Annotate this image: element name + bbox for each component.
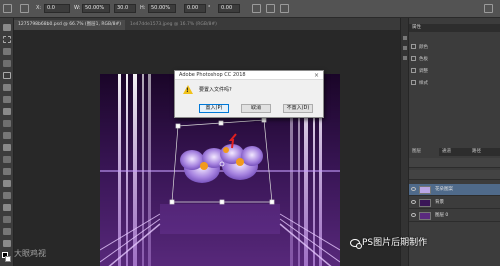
document-tab-active[interactable]: 1275798b68b0.psd @ 66.7% (图层1, RGB/8#) xyxy=(14,20,126,30)
place-button[interactable]: 置入(P) xyxy=(199,104,229,113)
layer-row[interactable]: 背景 xyxy=(409,197,500,209)
layer-row[interactable]: 花朵图案 xyxy=(409,184,500,196)
document-tab-inactive[interactable]: 1e47dde1573.jpeg @ 16.7% (RGB/8#) xyxy=(126,20,221,30)
eyedropper-tool-icon[interactable] xyxy=(3,84,11,91)
color-icon[interactable] xyxy=(411,44,416,49)
right-dock: 属性 颜色 色板 调整 样式 图层 通道 路径 花朵图案 背景 图层 0 xyxy=(400,18,500,266)
lasso-tool-icon[interactable] xyxy=(3,48,11,55)
brush-tool-icon[interactable] xyxy=(3,108,11,115)
commit-transform-icon[interactable] xyxy=(280,4,289,13)
background-color-swatch[interactable] xyxy=(5,256,11,262)
move-tool-icon[interactable] xyxy=(3,4,12,13)
clone-stamp-tool-icon[interactable] xyxy=(3,120,11,127)
layer-name: 背景 xyxy=(435,200,444,205)
dialog-message: 要置入文件吗? xyxy=(199,87,232,93)
dont-place-button[interactable]: 不置入(D) xyxy=(283,104,313,113)
x-label: X: xyxy=(36,5,42,11)
shape-tool-icon[interactable] xyxy=(3,228,11,235)
swatches-icon[interactable] xyxy=(411,56,416,61)
type-tool-icon[interactable] xyxy=(3,204,11,211)
gradient-tool-icon[interactable] xyxy=(3,156,11,163)
document-tabbar: 1275798b68b0.psd @ 66.7% (图层1, RGB/8#) 1… xyxy=(14,18,400,30)
reference-point-icon[interactable] xyxy=(20,4,29,13)
height-field[interactable]: 50.00% xyxy=(148,4,176,13)
magic-wand-tool-icon[interactable] xyxy=(3,60,11,67)
panel-collapse-strip xyxy=(401,18,409,266)
skew-field[interactable]: 0.00 xyxy=(218,4,240,13)
place-file-dialog: Adobe Photoshop CC 2018 × ! 要置入文件吗? 置入(P… xyxy=(174,70,324,118)
crop-tool-icon[interactable] xyxy=(3,72,11,79)
hand-tool-icon[interactable] xyxy=(3,240,11,247)
tab-paths[interactable]: 路径 xyxy=(469,148,500,156)
styles-label[interactable]: 样式 xyxy=(419,80,428,86)
degree-label: ° xyxy=(208,5,211,11)
workspace xyxy=(14,30,400,266)
history-icon[interactable] xyxy=(403,36,407,40)
h-label: H: xyxy=(140,5,146,11)
swatches-label[interactable]: 色板 xyxy=(419,56,428,62)
healing-brush-tool-icon[interactable] xyxy=(3,96,11,103)
watermark-text: PS图片后期制作 xyxy=(362,238,428,248)
width-field[interactable]: 50.00% xyxy=(82,4,110,13)
layer-row[interactable]: 图层 0 xyxy=(409,210,500,222)
history-brush-tool-icon[interactable] xyxy=(3,132,11,139)
color-label[interactable]: 颜色 xyxy=(419,44,428,50)
styles-icon[interactable] xyxy=(411,80,416,85)
options-bar: X: 0.0 W: 50.00% 30.0 H: 50.00% 0.00 ° 0… xyxy=(0,0,500,18)
dialog-title: Adobe Photoshop CC 2018 xyxy=(175,71,323,80)
tools-panel xyxy=(0,18,14,266)
path-selection-tool-icon[interactable] xyxy=(3,216,11,223)
marquee-tool-icon[interactable] xyxy=(3,36,11,43)
tab-layers[interactable]: 图层 xyxy=(409,148,439,156)
layer-name: 图层 0 xyxy=(435,213,449,218)
visibility-eye-icon[interactable] xyxy=(411,187,416,191)
blend-mode-bar[interactable] xyxy=(409,170,500,180)
dodge-tool-icon[interactable] xyxy=(3,180,11,187)
properties-icon[interactable] xyxy=(403,46,407,50)
cancel-button[interactable]: 取消 xyxy=(241,104,271,113)
pen-tool-icon[interactable] xyxy=(3,192,11,199)
properties-panel-header[interactable]: 属性 xyxy=(409,24,500,32)
layer-filter-bar[interactable] xyxy=(409,158,500,168)
tab-channels[interactable]: 通道 xyxy=(439,148,469,156)
horizon-line xyxy=(100,170,340,172)
layer-name: 花朵图案 xyxy=(435,187,453,192)
layer-thumbnail xyxy=(419,186,431,194)
layer-thumbnail xyxy=(419,199,431,207)
eraser-tool-icon[interactable] xyxy=(3,144,11,151)
move-tool-icon[interactable] xyxy=(3,24,11,31)
adjustments-panel-icon[interactable] xyxy=(411,68,416,73)
adjustments-icon[interactable] xyxy=(403,56,407,60)
cancel-transform-icon[interactable] xyxy=(266,4,275,13)
visibility-eye-icon[interactable] xyxy=(411,213,416,217)
adjustments-label[interactable]: 调整 xyxy=(419,68,428,74)
y-field[interactable]: 30.0 xyxy=(114,4,136,13)
layer-thumbnail xyxy=(419,212,431,220)
blur-tool-icon[interactable] xyxy=(3,168,11,175)
visibility-eye-icon[interactable] xyxy=(411,200,416,204)
warp-icon[interactable] xyxy=(252,4,261,13)
corner-watermark: 大眼鸡视 xyxy=(14,249,46,258)
rotate-field[interactable]: 0.00 xyxy=(184,4,206,13)
wechat-icon xyxy=(350,239,362,249)
x-field[interactable]: 0.0 xyxy=(44,4,70,13)
workspace-icon[interactable] xyxy=(484,4,493,13)
w-label: W: xyxy=(74,5,81,11)
close-icon[interactable]: × xyxy=(314,71,319,80)
